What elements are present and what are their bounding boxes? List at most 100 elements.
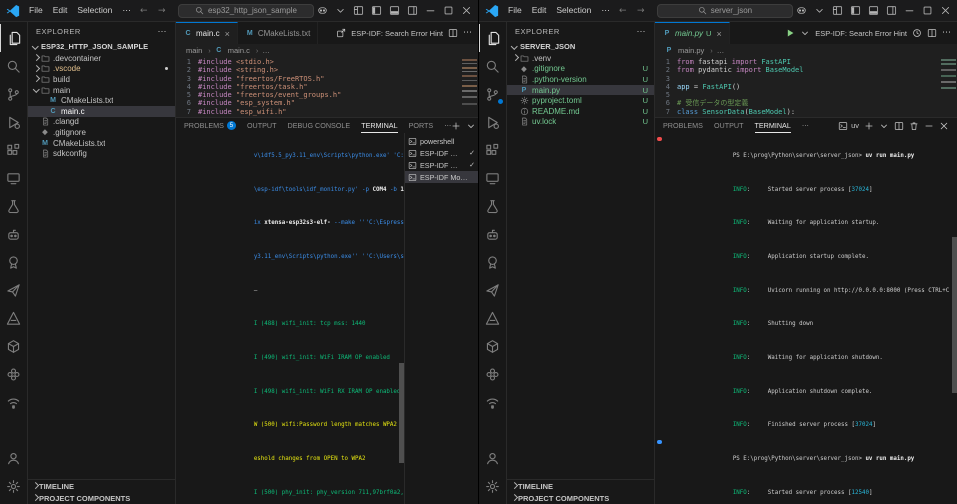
close-tab-icon[interactable]: × xyxy=(225,29,230,39)
esp-idf-search-error-hint-button[interactable]: ESP-IDF: Search Error Hint xyxy=(815,29,907,38)
explorer-item[interactable]: .vscode xyxy=(28,64,175,75)
toggle-primary-sidebar-icon[interactable] xyxy=(849,5,861,17)
chevron-down-icon[interactable] xyxy=(334,5,346,17)
minimize-icon[interactable] xyxy=(424,5,436,17)
explorer-item[interactable]: C main.c xyxy=(28,105,175,117)
menu-item[interactable]: File xyxy=(24,3,48,18)
terminal-item-espidf-2 xyxy=(408,161,417,170)
back-icon[interactable]: ← xyxy=(138,5,150,17)
command-decoration-icon[interactable] xyxy=(657,136,662,141)
explorer-item[interactable]: main xyxy=(28,85,175,96)
maximize-icon[interactable] xyxy=(921,5,933,17)
minimap[interactable] xyxy=(462,59,477,111)
panel-tab[interactable]: PROBLEMS xyxy=(663,118,703,133)
terminal-profile-dropdown-icon xyxy=(879,121,889,131)
explorer-item[interactable]: sdkconfig xyxy=(28,148,175,159)
sidebar-section[interactable]: PROJECT COMPONENTS xyxy=(507,492,654,504)
explorer-item[interactable]: .python-version U xyxy=(507,74,654,85)
code-line: 7 #include "esp_wifi.h" xyxy=(176,108,478,116)
toggle-primary-sidebar-icon[interactable] xyxy=(370,5,382,17)
explorer-root-folder[interactable]: SERVER_JSON xyxy=(507,40,654,53)
menu-item[interactable]: Selection xyxy=(72,3,117,18)
cube-package-icon xyxy=(485,339,500,354)
terminal[interactable]: PS E:\prog\Python\server\server_json> uv… xyxy=(655,133,957,504)
terminal-item-espidf-monitor xyxy=(408,173,417,182)
sidebar-section[interactable]: PROJECT COMPONENTS xyxy=(28,492,175,504)
code-editor[interactable]: 1 from fastapi import FastAPI 2 from pyd… xyxy=(655,57,957,117)
panel-tab[interactable]: OUTPUT xyxy=(247,118,277,133)
panel-tab[interactable]: DEBUG CONSOLE xyxy=(288,118,351,133)
toggle-panel-icon[interactable] xyxy=(388,5,400,17)
close-tab-icon[interactable]: × xyxy=(716,29,721,39)
explorer-item[interactable]: uv.lock U xyxy=(507,117,654,128)
terminal[interactable]: v\idf5.5_py3.11_env\Scripts\python.exe' … xyxy=(176,133,404,504)
terminal-list-item[interactable]: ESP-IDF Mo… xyxy=(405,171,478,183)
terminal-list-item[interactable]: ESP-IDF … ✓ xyxy=(405,159,478,171)
sidebar-section[interactable]: TIMELINE xyxy=(28,480,175,492)
minimize-icon[interactable] xyxy=(903,5,915,17)
explorer-item[interactable]: .devcontainer xyxy=(28,53,175,64)
command-center-search[interactable]: esp32_http_json_sample xyxy=(177,3,314,18)
customize-layout-icon[interactable] xyxy=(352,5,364,17)
toggle-secondary-sidebar-icon[interactable] xyxy=(406,5,418,17)
maximize-icon[interactable] xyxy=(442,5,454,17)
sidebar-section[interactable]: TIMELINE xyxy=(507,480,654,492)
terminal-scrollbar[interactable] xyxy=(952,236,957,393)
panel-tab[interactable]: TERMINAL xyxy=(361,118,398,133)
esp-idf-search-error-hint-button[interactable]: ESP-IDF: Search Error Hint xyxy=(351,29,443,38)
panel-tab[interactable]: PORTS xyxy=(409,118,434,133)
menu-item[interactable]: ⋯ xyxy=(596,3,615,18)
more-actions-icon[interactable]: ⋯ xyxy=(637,26,647,37)
forward-icon[interactable]: → xyxy=(635,5,647,17)
explorer-item[interactable]: P main.py U xyxy=(507,84,654,96)
terminal-list-item[interactable]: powershell xyxy=(405,135,478,147)
toggle-panel-icon[interactable] xyxy=(867,5,879,17)
menu-item[interactable]: Edit xyxy=(48,3,73,18)
explorer-item[interactable]: ◆ .gitignore U xyxy=(507,64,654,75)
explorer-item[interactable]: build xyxy=(28,74,175,85)
terminal-list-item[interactable]: ESP-IDF … ✓ xyxy=(405,147,478,159)
command-center-search[interactable]: server_json xyxy=(656,3,793,18)
panel-tab[interactable]: ⋯ xyxy=(444,118,451,133)
explorer-root-folder[interactable]: ESP32_HTTP_JSON_SAMPLE xyxy=(28,40,175,53)
more-actions-icon[interactable]: ⋯ xyxy=(158,26,168,37)
code-editor[interactable]: 1 #include <stdio.h> 2 #include <string.… xyxy=(176,57,478,117)
menu-item[interactable]: File xyxy=(503,3,527,18)
forward-icon[interactable]: → xyxy=(156,5,168,17)
explorer-item[interactable]: .venv xyxy=(507,53,654,64)
terminal-line: – xyxy=(253,287,258,294)
explorer-item[interactable]: pyproject.toml U xyxy=(507,95,654,106)
menu-item[interactable]: ⋯ xyxy=(117,3,136,18)
explorer-icon xyxy=(486,31,501,46)
copilot-icon[interactable] xyxy=(316,5,328,17)
toggle-secondary-sidebar-icon[interactable] xyxy=(885,5,897,17)
file-tree: .devcontainer .vscode build main M CMake… xyxy=(28,53,175,159)
panel-tab[interactable]: TERMINAL xyxy=(754,118,791,133)
customize-layout-icon[interactable] xyxy=(831,5,843,17)
close-window-icon[interactable] xyxy=(460,5,472,17)
explorer-item[interactable]: M CMakeLists.txt xyxy=(28,138,175,149)
menu-item[interactable]: Selection xyxy=(551,3,596,18)
editor-tab[interactable]: P main.py U × xyxy=(655,22,730,44)
command-decoration-icon[interactable] xyxy=(657,439,662,445)
editor-tab[interactable]: C main.c × xyxy=(176,22,238,44)
back-icon[interactable]: ← xyxy=(617,5,629,17)
terminal-scrollbar[interactable] xyxy=(399,363,404,464)
espressif-wifi-icon xyxy=(485,395,500,410)
explorer-item[interactable]: .clangd xyxy=(28,117,175,128)
explorer-item[interactable]: M CMakeLists.txt xyxy=(28,95,175,106)
menu-item[interactable]: Edit xyxy=(527,3,552,18)
explorer-title: EXPLORER xyxy=(36,26,81,36)
panel-tab[interactable]: OUTPUT xyxy=(714,118,744,133)
explorer-item[interactable]: ◆ .gitignore xyxy=(28,127,175,138)
panel-tab[interactable]: PROBLEMS 5 xyxy=(184,118,236,133)
remote-explorer-icon xyxy=(485,171,500,186)
explorer-item[interactable]: README.md U xyxy=(507,106,654,117)
git-status-badge: U xyxy=(642,106,648,116)
copilot-icon[interactable] xyxy=(795,5,807,17)
chevron-down-icon[interactable] xyxy=(813,5,825,17)
panel-tab[interactable]: ⋯ xyxy=(802,118,809,133)
close-window-icon[interactable] xyxy=(939,5,951,17)
editor-tab[interactable]: M CMakeLists.txt xyxy=(237,22,319,44)
minimap[interactable] xyxy=(941,59,956,93)
